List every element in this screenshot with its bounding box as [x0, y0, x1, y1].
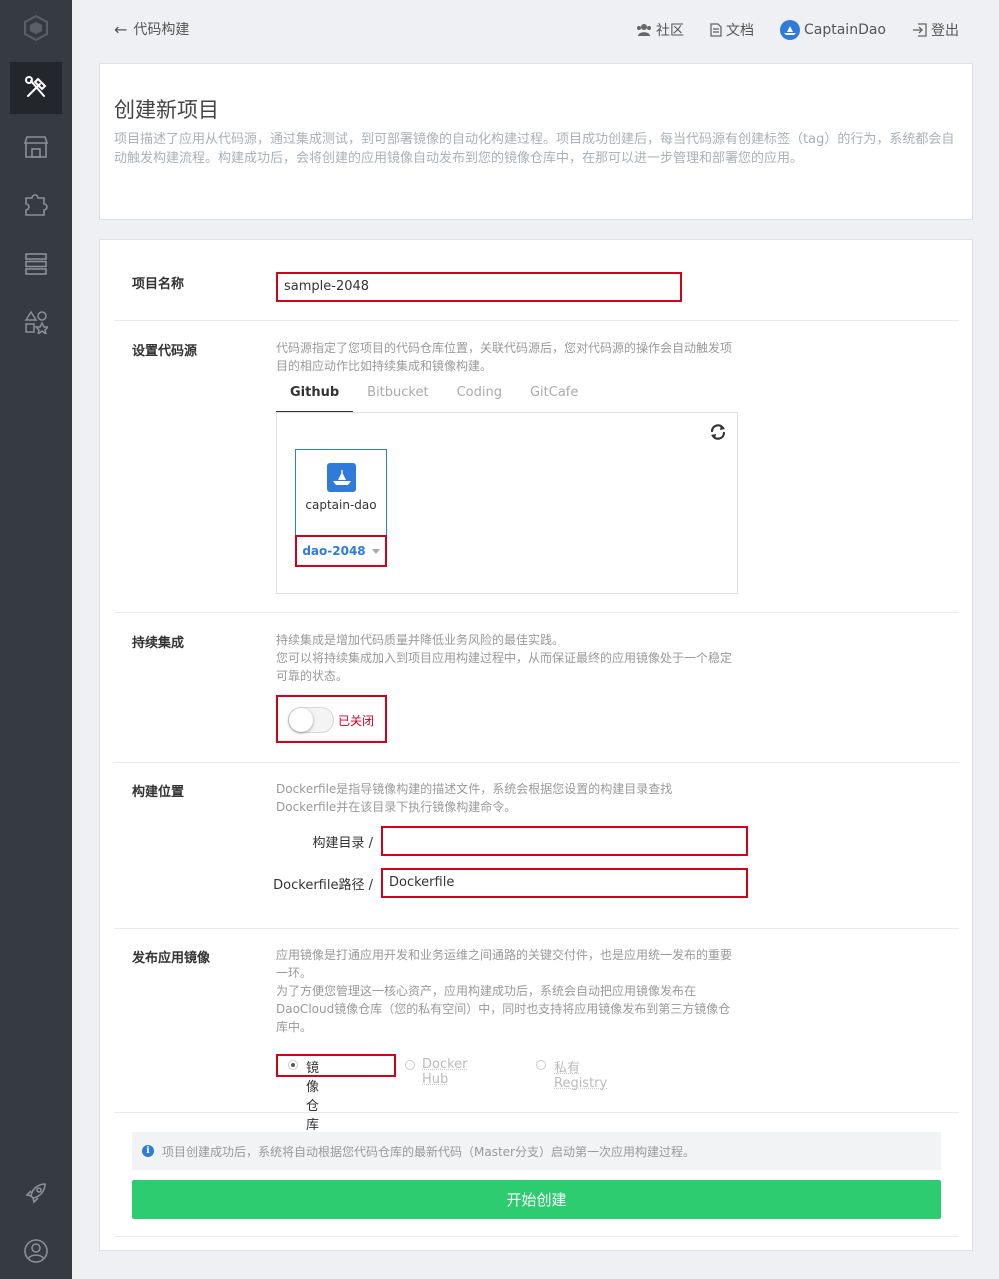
- divider: [114, 1236, 959, 1237]
- build-tools-icon[interactable]: [10, 62, 62, 114]
- nav-community[interactable]: 社区: [636, 20, 684, 40]
- nav-docs-label: 文档: [726, 23, 754, 39]
- dockerfile-path-label: Dockerfile路径 /: [273, 878, 373, 893]
- build-dir-input[interactable]: [381, 826, 748, 856]
- logout-icon: [913, 23, 927, 37]
- repo-panel: captain-dao dao-2048: [276, 412, 738, 594]
- back-label: 代码构建: [133, 22, 190, 38]
- dockerfile-path-input[interactable]: Dockerfile: [381, 868, 748, 898]
- nav-logout-label: 登出: [931, 23, 959, 39]
- ci-toggle-wrapper: 已关闭: [276, 695, 387, 743]
- info-notice: i 项目创建成功后，系统将自动根据您代码仓库的最新代码（Master分支）启动第…: [132, 1132, 941, 1170]
- radio-daocloud-registry[interactable]: [288, 1060, 298, 1070]
- build-dir-label: 构建目录 /: [312, 836, 373, 851]
- tab-gitcafe[interactable]: GitCafe: [516, 380, 592, 413]
- build-location-help: Dockerfile是指导镜像构建的描述文件，系统会根据您设置的构建目录查找Do…: [276, 782, 673, 814]
- divider: [114, 612, 959, 613]
- divider: [114, 320, 959, 321]
- source-help: 代码源指定了您项目的代码仓库位置，关联代码源后，您对代码源的操作会自动触发项目的…: [276, 341, 733, 373]
- intro-card: 创建新项目 项目描述了应用从代码源，通过集成测试，到可部署镜像的自动化构建过程。…: [99, 63, 973, 220]
- create-project-button[interactable]: 开始创建: [132, 1180, 941, 1219]
- nav-community-label: 社区: [656, 23, 684, 39]
- sidebar: [0, 0, 72, 1279]
- publish-help-2: 为了方便您管理这一核心资产，应用构建成功后，系统会自动把应用镜像发布在DaoCl…: [276, 984, 731, 1034]
- top-bar: ← 代码构建 社区 文档 CaptainDao 登出: [72, 0, 999, 60]
- build-location-label: 构建位置: [132, 785, 185, 800]
- document-icon: [710, 23, 722, 37]
- ci-help-1: 持续集成是增加代码质量并降低业务风险的最佳实践。: [276, 633, 565, 647]
- publish-label: 发布应用镜像: [132, 951, 211, 966]
- toggle-knob: [289, 708, 313, 732]
- ci-label: 持续集成: [132, 636, 185, 651]
- logo-icon[interactable]: [10, 2, 62, 54]
- chevron-down-icon: [371, 548, 380, 554]
- ci-toggle[interactable]: [288, 707, 334, 733]
- ci-toggle-state: 已关闭: [338, 714, 375, 728]
- create-project-form: 项目名称 sample-2048 设置代码源 代码源指定了您项目的代码仓库位置，…: [99, 239, 973, 1251]
- users-icon: [637, 24, 651, 36]
- tab-github[interactable]: Github: [276, 380, 354, 413]
- source-tabs: Github Bitbucket Coding GitCafe: [276, 380, 736, 413]
- refresh-icon[interactable]: [709, 423, 727, 445]
- page-title: 创建新项目: [114, 98, 219, 122]
- arrow-left-icon: ←: [114, 19, 128, 39]
- dockerfile-path-value: Dockerfile: [389, 875, 455, 890]
- repo-select[interactable]: dao-2048: [295, 535, 387, 567]
- rocket-icon[interactable]: [10, 1167, 62, 1219]
- info-notice-text: 项目创建成功后，系统将自动根据您代码仓库的最新代码（Master分支）启动第一次…: [162, 1144, 695, 1159]
- source-label: 设置代码源: [132, 344, 198, 359]
- org-name: captain-dao: [305, 498, 377, 512]
- divider: [114, 1112, 959, 1113]
- repo-select-value: dao-2048: [302, 544, 366, 558]
- project-name-value: sample-2048: [284, 279, 370, 294]
- tab-bitbucket[interactable]: Bitbucket: [353, 380, 442, 413]
- divider: [114, 762, 959, 763]
- user-icon[interactable]: [10, 1225, 62, 1277]
- divider: [114, 928, 959, 929]
- puzzle-icon[interactable]: [10, 179, 62, 231]
- ci-help-2: 您可以将持续集成加入到项目应用构建过程中，从而保证最终的应用镜像处于一个稳定可靠…: [276, 651, 733, 683]
- store-icon[interactable]: [10, 121, 62, 173]
- nav-docs[interactable]: 文档: [710, 20, 754, 40]
- server-icon[interactable]: [10, 238, 62, 290]
- radio-private-registry[interactable]: [536, 1060, 546, 1070]
- shapes-icon[interactable]: [10, 296, 62, 348]
- project-name-label: 项目名称: [132, 277, 185, 292]
- back-link[interactable]: ← 代码构建: [114, 19, 189, 39]
- tab-coding[interactable]: Coding: [443, 380, 516, 413]
- nav-user-label: CaptainDao: [804, 22, 886, 38]
- nav-logout[interactable]: 登出: [912, 20, 959, 40]
- nav-user[interactable]: CaptainDao: [780, 20, 886, 40]
- avatar: [780, 20, 800, 40]
- radio-docker-hub-label[interactable]: Docker Hub: [422, 1057, 468, 1087]
- radio-private-registry-label[interactable]: 私有Registry: [554, 1057, 607, 1091]
- radio-daocloud-label[interactable]: 镜像仓库: [306, 1057, 319, 1133]
- project-name-input[interactable]: sample-2048: [276, 272, 682, 302]
- top-nav: 社区 文档 CaptainDao 登出: [610, 20, 959, 40]
- org-avatar: [327, 463, 356, 492]
- publish-help-1: 应用镜像是打通应用开发和业务运维之间通路的关键交付件，也是应用统一发布的重要一环…: [276, 948, 733, 980]
- page-description: 项目描述了应用从代码源，通过集成测试，到可部署镜像的自动化构建过程。项目成功创建…: [114, 132, 955, 166]
- info-icon: i: [142, 1145, 154, 1157]
- radio-docker-hub[interactable]: [405, 1060, 415, 1070]
